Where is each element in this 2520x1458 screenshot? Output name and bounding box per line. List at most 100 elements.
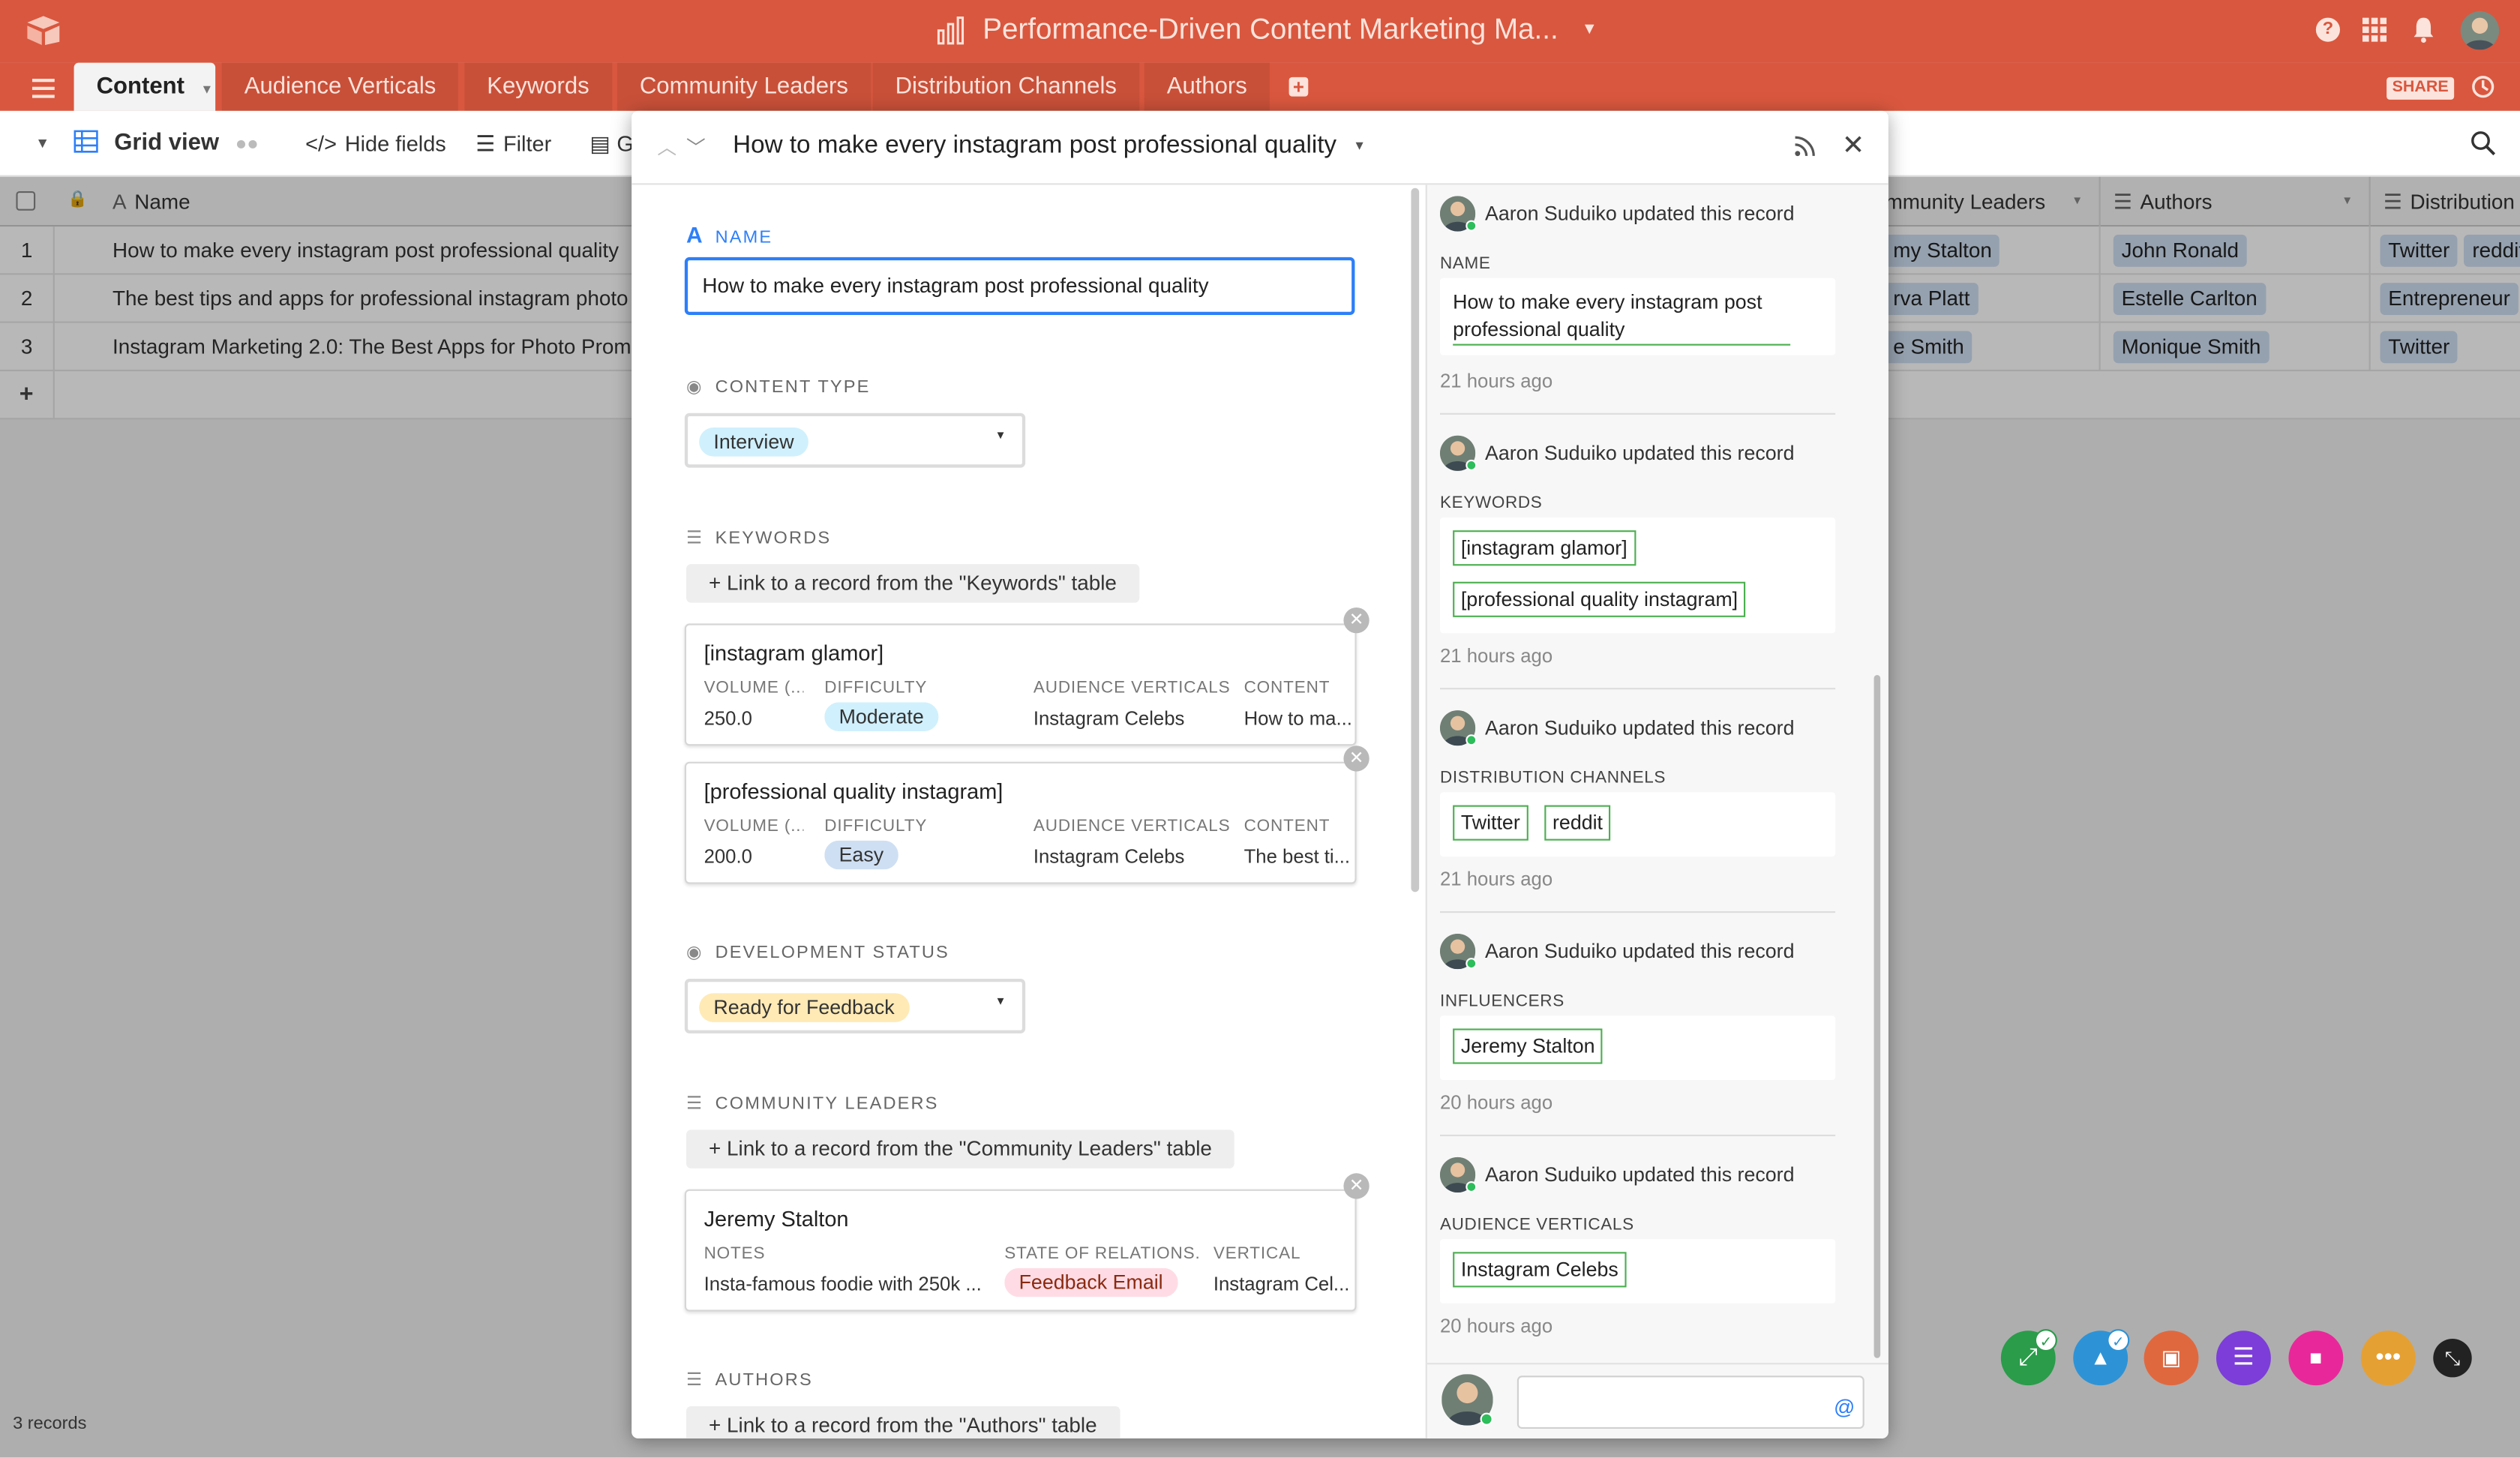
collapse-icon: ⤡ [2444,1346,2461,1370]
development-status-select[interactable]: Ready for Feedback ▼ [684,979,1026,1034]
group-button[interactable]: ▤ G [590,111,633,177]
comment-input[interactable] [1516,1376,1864,1429]
tab-distribution-channels[interactable]: Distribution Channels [872,62,1139,111]
name-input[interactable]: How to make every instagram post profess… [684,256,1355,315]
added-value-chip: reddit [1544,805,1611,841]
difficulty-chip: Moderate [824,702,939,731]
remove-link-icon[interactable]: ✕ [1343,1173,1370,1199]
history-icon[interactable] [2470,74,2496,100]
changed-name-value: How to make every instagram post profess… [1453,290,1791,346]
view-switcher-chevron-icon[interactable]: ▼ [35,111,50,177]
chart-icon [937,15,966,44]
list-icon: ☰ [2232,1343,2254,1371]
add-table-icon[interactable]: + [1288,77,1309,97]
expand-icon: ⤢ [2018,1343,2038,1371]
online-indicator [1466,220,1478,232]
help-icon[interactable]: ? [2315,17,2340,42]
linked-keyword-card[interactable]: [instagram glamor] VOLUME (... DIFFICULT… [684,623,1357,746]
view-switcher[interactable]: Grid view ●● [74,111,259,177]
development-status-chip: Ready for Feedback [699,993,909,1022]
tab-authors[interactable]: Authors [1144,62,1270,111]
link-community-leaders-button[interactable]: + Link to a record from the "Community L… [686,1130,1234,1168]
chat-block-button[interactable]: ■ [2288,1330,2344,1386]
remove-link-icon[interactable]: ✕ [1343,608,1370,634]
filter-button[interactable]: ☰ Filter [476,111,551,177]
rss-feed-icon[interactable] [1793,135,1816,158]
activity-change-box: [instagram glamor] [professional quality… [1440,518,1836,634]
chevron-down-icon: ▼ [994,996,1006,1008]
text-field-icon: A [686,221,704,248]
activity-scrollbar[interactable] [1874,675,1881,1358]
activity-panel: Aaron Suduiko updated this record NAME H… [1425,184,1888,1438]
shapes-icon: ▲ [2090,1345,2111,1370]
chevron-down-icon: ▼ [1353,138,1366,153]
chat-icon: ■ [2309,1345,2323,1370]
tab-content[interactable]: Content ▼ [74,62,216,111]
next-record-icon[interactable]: ﹀ [686,134,706,160]
table-tabs: Content ▼ Audience Verticals Keywords Co… [0,62,2520,111]
check-icon: ✓ [2107,1329,2130,1352]
bell-icon[interactable] [2412,16,2434,43]
app-window: Performance-Driven Content Marketing Ma.… [0,0,2520,1458]
online-indicator [1466,958,1478,970]
activity-change-box: How to make every instagram post profess… [1440,278,1836,356]
link-authors-button[interactable]: + Link to a record from the "Authors" ta… [686,1406,1120,1438]
online-indicator [1466,734,1478,746]
hide-fields-icon: </> [305,131,337,156]
base-title-area[interactable]: Performance-Driven Content Marketing Ma.… [937,13,1598,51]
user-avatar[interactable] [2460,11,2500,50]
image-icon: ▣ [2161,1345,2182,1370]
apps-grid-icon[interactable] [2362,17,2387,42]
share-button[interactable]: SHARE [2386,76,2455,100]
record-header: ︿ ﹀ How to make every instagram post pro… [632,111,1888,185]
activity-entry: Aaron Suduiko updated this record AUDIEN… [1440,1156,1838,1366]
more-blocks-button[interactable]: ••• [2360,1330,2416,1386]
record-count: 3 records [13,1414,87,1434]
activity-change-box: Twitter reddit [1440,792,1836,857]
tab-community-leaders[interactable]: Community Leaders [616,62,871,111]
base-title: Performance-Driven Content Marketing Ma.… [982,13,1558,45]
added-value-chip: [instagram glamor] [1453,530,1636,566]
record-expanded-modal: ︿ ﹀ How to make every instagram post pro… [632,110,1888,1438]
field-label-name: A NAME [686,221,773,248]
mention-icon[interactable]: @ [1834,1395,1855,1419]
single-select-icon: ◉ [686,943,704,963]
difficulty-chip: Easy [824,840,898,870]
image-block-button[interactable]: ▣ [2144,1330,2199,1386]
activity-entry: Aaron Suduiko updated this record KEYWOR… [1440,435,1838,693]
close-icon[interactable]: ✕ [1842,130,1865,163]
hamburger-menu-icon[interactable] [32,77,55,98]
link-keywords-button[interactable]: + Link to a record from the "Keywords" t… [686,564,1139,603]
record-title[interactable]: How to make every instagram post profess… [733,132,1366,161]
search-icon[interactable] [2470,111,2496,177]
linked-community-leader-card[interactable]: Jeremy Stalton NOTES STATE OF RELATIONS.… [684,1189,1357,1312]
collaborators-icon: ●● [235,131,259,154]
linked-keyword-card[interactable]: [professional quality instagram] VOLUME … [684,761,1357,884]
field-label-community-leaders: ☰ COMMUNITY LEADERS [686,1093,939,1114]
hide-fields-button[interactable]: </> Hide fields [305,111,446,177]
collapse-blocks-button[interactable]: ⤡ [2433,1339,2472,1378]
record-fields-panel: A NAME How to make every instagram post p… [632,184,1426,1438]
chevron-down-icon: ▼ [1581,20,1598,39]
list-block-button[interactable]: ☰ [2216,1330,2271,1386]
fields-scrollbar[interactable] [1411,188,1420,892]
field-label-development-status: ◉ DEVELOPMENT STATUS [686,942,950,963]
tab-audience-verticals[interactable]: Audience Verticals [221,62,459,111]
tab-keywords[interactable]: Keywords [464,62,612,111]
online-indicator [1466,1181,1478,1192]
chevron-down-icon: ▼ [994,430,1006,442]
online-indicator [1480,1412,1493,1426]
grid-view-icon [74,114,99,153]
activity-change-box: Jeremy Stalton [1440,1016,1836,1080]
group-icon: ▤ [590,131,610,156]
content-type-select[interactable]: Interview ▼ [684,412,1026,468]
field-label-keywords: ☰ KEYWORDS [686,527,831,548]
remove-link-icon[interactable]: ✕ [1343,746,1370,772]
app-logo-icon[interactable] [26,14,61,46]
added-value-chip: Twitter [1453,805,1528,841]
linked-record-icon: ☰ [686,529,704,548]
field-label-content-type: ◉ CONTENT TYPE [686,376,870,398]
linked-record-icon: ☰ [686,1370,704,1390]
relationship-state-chip: Feedback Email [1004,1268,1178,1298]
previous-record-icon[interactable]: ︿ [657,134,676,160]
